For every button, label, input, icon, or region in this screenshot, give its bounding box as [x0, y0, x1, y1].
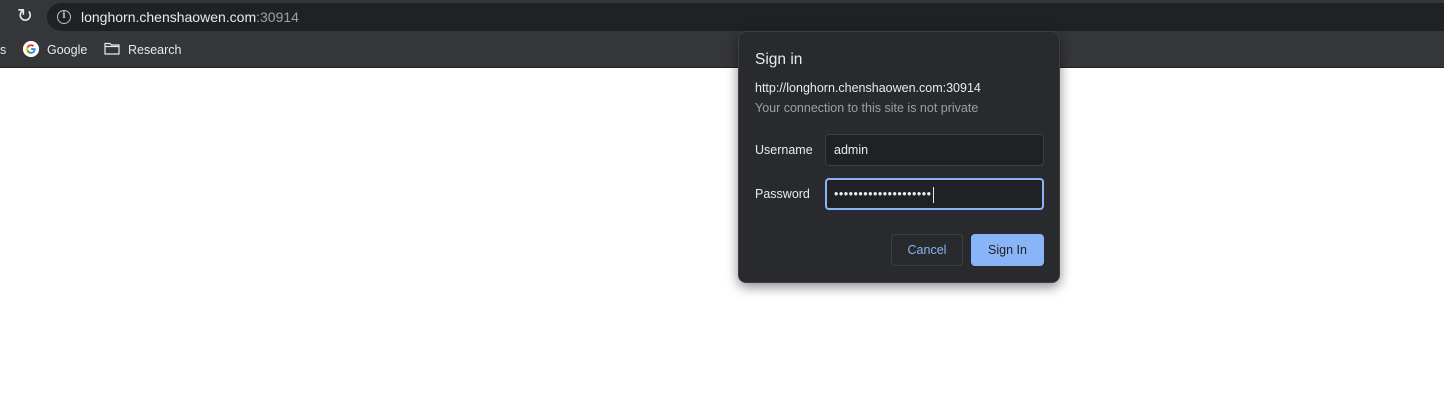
browser-toolbar: ↻ i longhorn.chenshaowen.com:30914 [0, 0, 1444, 34]
username-field[interactable]: admin [825, 134, 1044, 166]
dialog-origin: http://longhorn.chenshaowen.com:30914 [755, 81, 981, 95]
address-bar-url[interactable]: longhorn.chenshaowen.com:30914 [81, 9, 299, 25]
folder-icon [104, 42, 120, 55]
dialog-title: Sign in [755, 51, 803, 68]
reload-icon[interactable]: ↻ [14, 6, 36, 28]
password-value: •••••••••••••••••••• [834, 187, 932, 201]
info-icon[interactable]: i [57, 10, 71, 24]
sign-in-dialog: Sign in http://longhorn.chenshaowen.com:… [738, 31, 1060, 283]
password-field[interactable]: •••••••••••••••••••• [825, 178, 1044, 210]
username-label: Username [755, 143, 813, 157]
bookmarks-bar: s Google Research [0, 34, 1444, 68]
text-caret [932, 186, 934, 203]
url-host: longhorn.chenshaowen.com [81, 9, 257, 25]
cancel-button[interactable]: Cancel [891, 234, 963, 266]
username-value: admin [834, 143, 869, 157]
password-label: Password [755, 187, 810, 201]
connection-warning: Your connection to this site is not priv… [755, 101, 979, 115]
sign-in-button[interactable]: Sign In [971, 234, 1044, 266]
bookmark-truncated[interactable]: s [0, 42, 6, 58]
bookmark-research[interactable]: Research [128, 42, 182, 58]
google-icon [23, 41, 39, 57]
url-port: :30914 [256, 9, 299, 25]
bookmark-google[interactable]: Google [47, 42, 87, 58]
